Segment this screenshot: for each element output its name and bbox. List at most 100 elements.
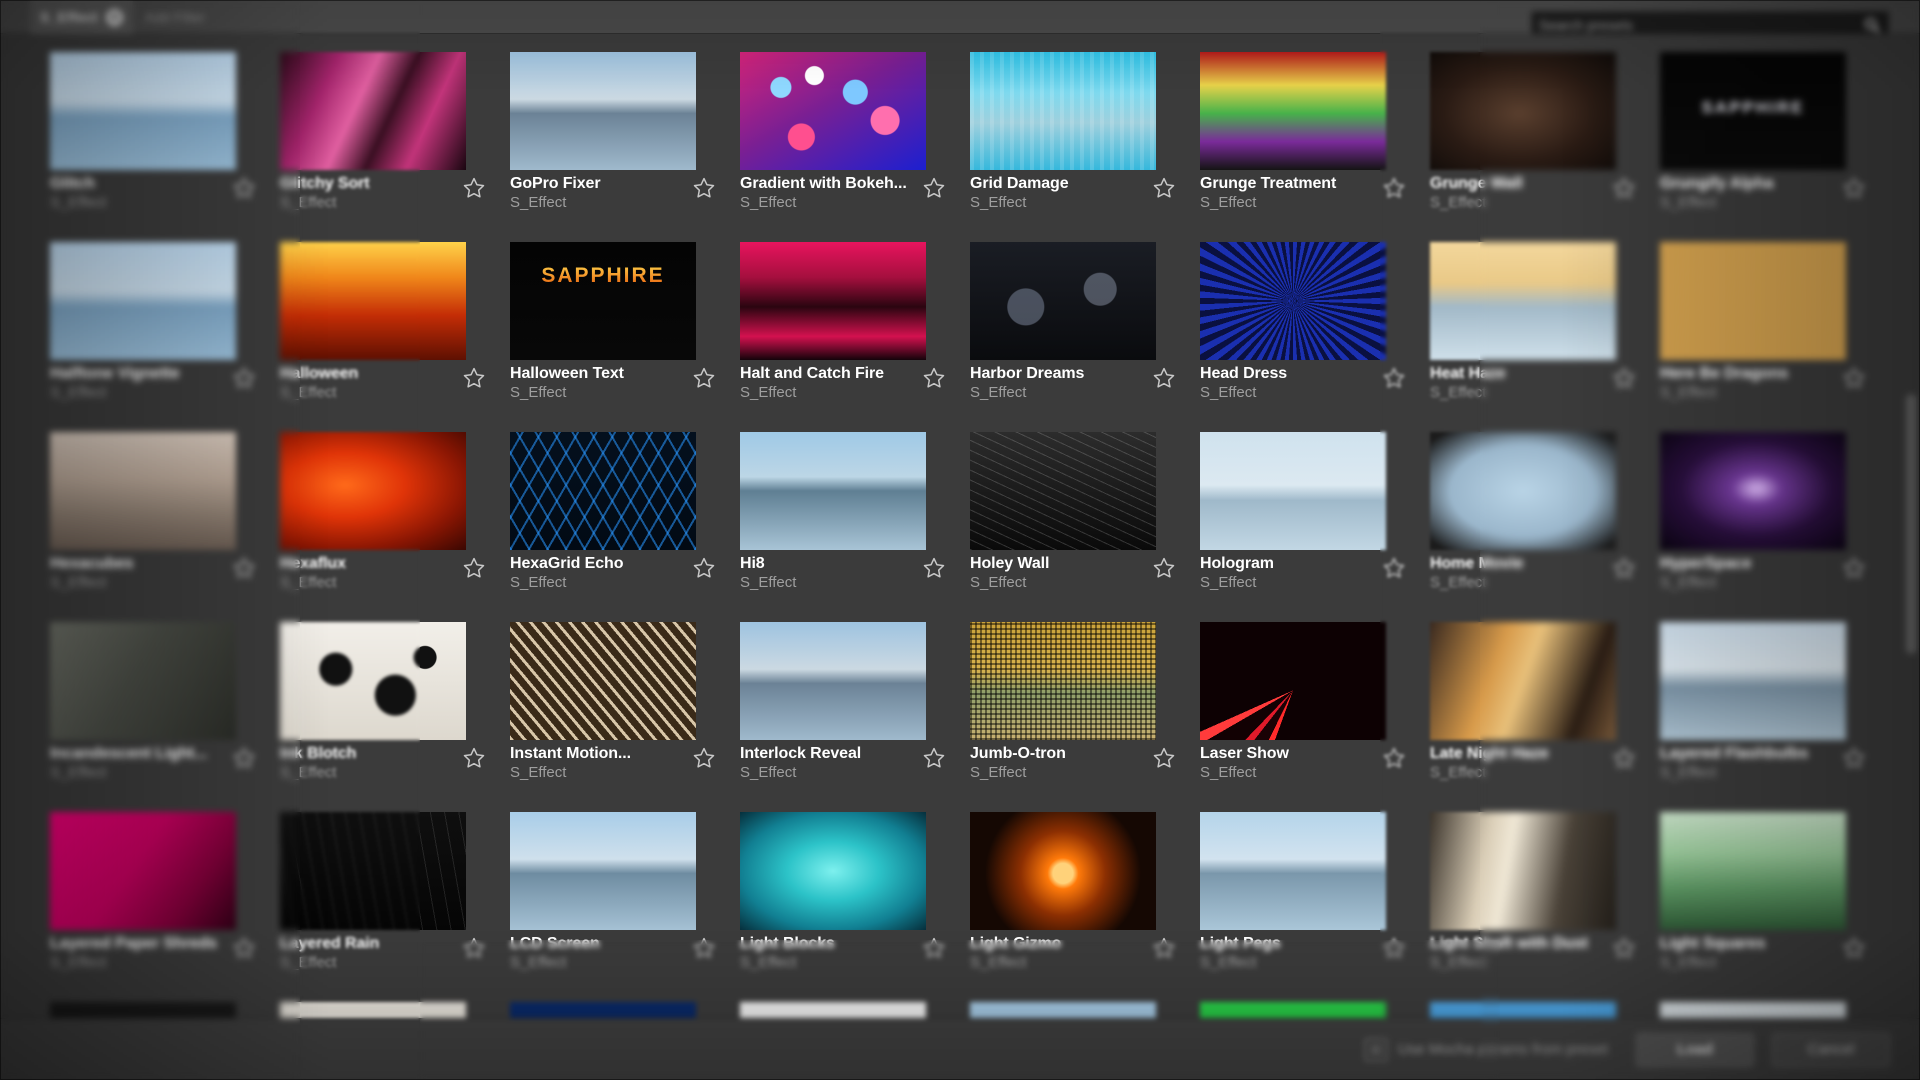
preset-thumbnail[interactable] — [50, 622, 236, 740]
preset-tile[interactable]: Layered Rain S_Effect — [272, 804, 494, 994]
preset-thumbnail[interactable] — [740, 242, 926, 360]
search-icon[interactable] — [1863, 16, 1881, 34]
star-outline-icon[interactable] — [922, 366, 946, 390]
preset-tile[interactable]: Jumb-O-tron S_Effect — [962, 614, 1184, 804]
preset-thumbnail[interactable] — [280, 622, 466, 740]
preset-thumbnail[interactable] — [970, 622, 1156, 740]
star-outline-icon[interactable] — [1842, 366, 1866, 390]
preset-thumbnail[interactable] — [280, 812, 466, 930]
preset-tile[interactable]: Light Squares S_Effect — [1652, 804, 1874, 994]
preset-tile[interactable]: Light Shaft with Dust S_Effect — [1422, 804, 1644, 994]
preset-thumbnail[interactable] — [970, 242, 1156, 360]
star-outline-icon[interactable] — [922, 176, 946, 200]
preset-tile[interactable]: Harbor Dreams S_Effect — [962, 234, 1184, 424]
search-input[interactable] — [1539, 17, 1863, 33]
preset-thumbnail[interactable] — [1200, 432, 1386, 550]
preset-thumbnail[interactable] — [280, 432, 466, 550]
preset-tile[interactable]: Gradient with Bokeh... S_Effect — [732, 44, 954, 234]
star-outline-icon[interactable] — [922, 936, 946, 960]
preset-tile[interactable]: Halt and Catch Fire S_Effect — [732, 234, 954, 424]
preset-thumbnail[interactable] — [50, 242, 236, 360]
star-outline-icon[interactable] — [1612, 366, 1636, 390]
preset-tile[interactable]: SAPPHIRE Grungify Alpha S_Effect — [1652, 44, 1874, 234]
preset-thumbnail[interactable]: SAPPHIRE — [1660, 52, 1846, 170]
preset-tile[interactable]: Halftone Vignette S_Effect — [42, 234, 264, 424]
vertical-scrollbar[interactable] — [1906, 394, 1916, 654]
star-outline-icon[interactable] — [1842, 746, 1866, 770]
star-outline-icon[interactable] — [1382, 176, 1406, 200]
preset-thumbnail[interactable] — [50, 52, 236, 170]
preset-tile[interactable]: Light Gizmo S_Effect — [962, 804, 1184, 994]
star-outline-icon[interactable] — [232, 936, 256, 960]
preset-thumbnail[interactable] — [1430, 242, 1616, 360]
preset-tile[interactable]: Hexaflux S_Effect — [272, 424, 494, 614]
star-outline-icon[interactable] — [1152, 746, 1176, 770]
preset-tile[interactable]: Heat Haze S_Effect — [1422, 234, 1644, 424]
preset-thumbnail[interactable] — [50, 812, 236, 930]
preset-thumbnail[interactable] — [1660, 812, 1846, 930]
preset-thumbnail[interactable] — [510, 812, 696, 930]
star-outline-icon[interactable] — [692, 366, 716, 390]
preset-thumbnail[interactable] — [1430, 812, 1616, 930]
use-mocha-params-checkbox[interactable] — [1363, 1037, 1388, 1062]
preset-tile[interactable]: Layered Paper Shreds S_Effect — [42, 804, 264, 994]
preset-tile[interactable]: SAPPHIRE Halloween Text S_Effect — [502, 234, 724, 424]
preset-thumbnail[interactable] — [970, 812, 1156, 930]
preset-thumbnail[interactable] — [50, 432, 236, 550]
preset-thumbnail[interactable] — [280, 52, 466, 170]
cancel-button[interactable]: Cancel — [1772, 1032, 1890, 1067]
preset-thumbnail[interactable] — [740, 432, 926, 550]
star-outline-icon[interactable] — [462, 556, 486, 580]
preset-thumbnail[interactable] — [740, 812, 926, 930]
preset-tile[interactable]: Hi8 S_Effect — [732, 424, 954, 614]
preset-tile[interactable]: Laser Show S_Effect — [1192, 614, 1414, 804]
preset-tile[interactable]: Halloween S_Effect — [272, 234, 494, 424]
preset-tile[interactable]: Late Night Haze S_Effect — [1422, 614, 1644, 804]
star-outline-icon[interactable] — [1842, 176, 1866, 200]
star-outline-icon[interactable] — [1152, 176, 1176, 200]
star-outline-icon[interactable] — [1152, 936, 1176, 960]
preset-thumbnail[interactable]: SAPPHIRE — [510, 242, 696, 360]
preset-thumbnail[interactable] — [1200, 52, 1386, 170]
star-outline-icon[interactable] — [692, 556, 716, 580]
preset-tile[interactable]: LCD Screen S_Effect — [502, 804, 724, 994]
star-outline-icon[interactable] — [1612, 176, 1636, 200]
star-outline-icon[interactable] — [232, 366, 256, 390]
preset-thumbnail[interactable] — [970, 52, 1156, 170]
star-outline-icon[interactable] — [1152, 556, 1176, 580]
preset-tile[interactable]: Glitchy Sort S_Effect — [272, 44, 494, 234]
star-outline-icon[interactable] — [922, 746, 946, 770]
preset-thumbnail[interactable] — [1200, 812, 1386, 930]
preset-tile[interactable]: Instant Motion... S_Effect — [502, 614, 724, 804]
preset-thumbnail[interactable] — [1660, 432, 1846, 550]
preset-tile[interactable]: Home Movie S_Effect — [1422, 424, 1644, 614]
preset-grid-area[interactable]: Glitch S_Effect Glitchy Sort S_Effect GoPro … — [0, 34, 1920, 1080]
preset-thumbnail[interactable] — [970, 432, 1156, 550]
preset-tile[interactable]: Grid Damage S_Effect — [962, 44, 1184, 234]
star-outline-icon[interactable] — [1612, 936, 1636, 960]
load-button[interactable]: Load — [1636, 1032, 1754, 1067]
preset-tile[interactable]: Grunge Wall S_Effect — [1422, 44, 1644, 234]
star-outline-icon[interactable] — [232, 176, 256, 200]
preset-thumbnail[interactable] — [1430, 432, 1616, 550]
preset-tile[interactable]: HyperSpace S_Effect — [1652, 424, 1874, 614]
use-mocha-params-option[interactable]: Use Mocha params from preset — [1363, 1037, 1608, 1062]
preset-tile[interactable]: Ink Blotch S_Effect — [272, 614, 494, 804]
preset-tile[interactable]: Layered Flashbulbs S_Effect — [1652, 614, 1874, 804]
star-outline-icon[interactable] — [1842, 556, 1866, 580]
star-outline-icon[interactable] — [1382, 556, 1406, 580]
preset-thumbnail[interactable] — [740, 52, 926, 170]
preset-tile[interactable]: Hologram S_Effect — [1192, 424, 1414, 614]
preset-thumbnail[interactable] — [1430, 52, 1616, 170]
star-outline-icon[interactable] — [462, 936, 486, 960]
star-outline-icon[interactable] — [232, 746, 256, 770]
preset-thumbnail[interactable] — [1200, 622, 1386, 740]
preset-tile[interactable]: HexaGrid Echo S_Effect — [502, 424, 724, 614]
preset-thumbnail[interactable] — [510, 622, 696, 740]
preset-tile[interactable]: Here Be Dragons S_Effect — [1652, 234, 1874, 424]
preset-tile[interactable]: Incandescent Light... S_Effect — [42, 614, 264, 804]
star-outline-icon[interactable] — [1612, 556, 1636, 580]
star-outline-icon[interactable] — [692, 936, 716, 960]
preset-thumbnail[interactable] — [510, 52, 696, 170]
star-outline-icon[interactable] — [922, 556, 946, 580]
